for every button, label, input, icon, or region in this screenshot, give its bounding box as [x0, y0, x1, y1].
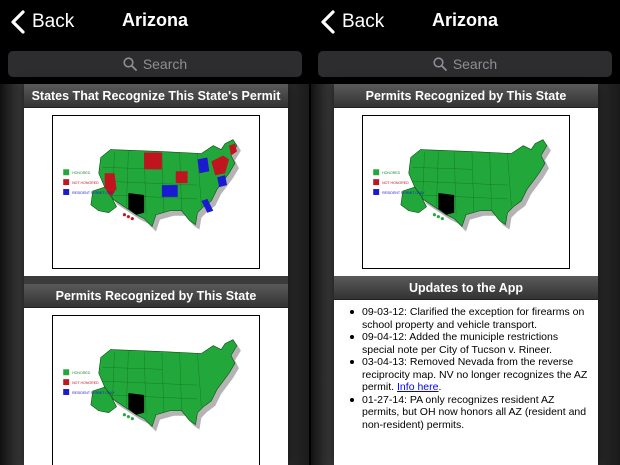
map-hawaii — [432, 213, 436, 217]
back-label: Back — [342, 11, 385, 32]
legend-label: RESIDENT PERMIT ONLY — [382, 191, 425, 195]
content-panel: States That Recognize This State's Permi… — [24, 84, 288, 465]
map-hawaii — [122, 213, 126, 217]
update-item: 01-27-14: PA only recognizes resident AZ… — [348, 394, 588, 432]
map-not-honored — [175, 171, 188, 184]
search-bar: Search — [0, 44, 310, 84]
screen-divider — [309, 0, 311, 465]
search-input[interactable]: Search — [8, 51, 302, 77]
split-screenshot: Back Arizona Search States That Recogniz… — [0, 0, 620, 465]
magnifier-icon — [433, 57, 447, 71]
legend-label: RESIDENT PERMIT ONLY — [72, 391, 115, 395]
back-button[interactable]: Back — [8, 8, 74, 36]
update-text: 01-27-14: PA only recognizes resident AZ… — [362, 393, 587, 431]
nav-bar: Back Arizona — [310, 0, 620, 44]
map-recognize-az: HONORED NOT HONORED RESIDENT PERMIT ONLY — [52, 115, 260, 269]
section-header-updates: Updates to the App — [334, 276, 598, 300]
search-placeholder: Search — [452, 56, 498, 72]
us-map-honored: HONORED NOT HONORED RESIDENT PERMIT ONLY — [373, 139, 551, 232]
legend-label: NOT HONORED — [382, 181, 409, 185]
update-item: 09-03-12: Clarified the exception for fi… — [348, 306, 588, 331]
search-bar: Search — [310, 44, 620, 84]
legend-label: HONORED — [72, 371, 91, 375]
section-gap — [24, 276, 288, 284]
magnifier-icon — [123, 57, 137, 71]
update-item: 09-04-12: Added the municiple restrictio… — [348, 331, 588, 356]
nav-bar: Back Arizona — [0, 0, 310, 44]
legend-label: HONORED — [72, 171, 91, 175]
left-screen: Back Arizona Search States That Recogniz… — [0, 0, 310, 465]
back-label: Back — [32, 11, 75, 32]
map-hawaii — [122, 413, 126, 417]
map-hawaii — [126, 415, 130, 419]
update-text: 09-04-12: Added the municiple restrictio… — [362, 331, 559, 356]
map-resident-only — [197, 157, 210, 174]
map-permits-recognized: HONORED NOT HONORED RESIDENT PERMIT ONLY — [52, 315, 260, 465]
back-button[interactable]: Back — [318, 8, 384, 36]
map-not-honored — [144, 152, 162, 170]
content-panel: Permits Recognized by This State HONORED… — [334, 84, 598, 465]
legend-label: NOT HONORED — [72, 181, 99, 185]
us-map-honored: HONORED NOT HONORED RESIDENT PERMIT ONLY — [63, 339, 241, 432]
search-input[interactable]: Search — [318, 51, 612, 77]
info-here-link[interactable]: Info here — [397, 381, 438, 393]
chevron-left-icon — [11, 10, 25, 34]
legend-label: HONORED — [382, 171, 401, 175]
legend-swatch — [373, 179, 380, 186]
map-permits-recognized: HONORED NOT HONORED RESIDENT PERMIT ONLY — [362, 115, 570, 269]
legend-swatch — [373, 189, 380, 195]
legend-label: RESIDENT PERMIT ONLY — [72, 191, 115, 195]
updates-list: 09-03-12: Clarified the exception for fi… — [348, 306, 588, 431]
update-text-end: . — [438, 381, 442, 393]
legend-label: NOT HONORED — [72, 381, 99, 385]
legend-swatch — [63, 389, 70, 395]
legend-swatch — [63, 169, 70, 176]
section-header-recognize: States That Recognize This State's Permi… — [24, 84, 288, 108]
updates-list-container: 09-03-12: Clarified the exception for fi… — [334, 300, 598, 431]
map-hawaii — [436, 215, 440, 219]
map-hawaii — [440, 217, 444, 221]
map-resident-only — [161, 185, 178, 197]
update-text: 03-04-13: Removed Nevada from the revers… — [362, 356, 588, 393]
us-map-reverse: HONORED NOT HONORED RESIDENT PERMIT ONLY — [63, 139, 241, 232]
map-hawaii — [126, 215, 130, 219]
legend-swatch — [63, 189, 70, 195]
map-hawaii — [130, 417, 134, 421]
legend-swatch — [63, 369, 70, 376]
chevron-left-icon — [321, 10, 335, 34]
update-item: 03-04-13: Removed Nevada from the revers… — [348, 356, 588, 394]
right-screen: Back Arizona Search Permits Recognized b… — [310, 0, 620, 465]
map-hawaii — [130, 217, 134, 221]
legend-swatch — [373, 169, 380, 176]
legend-swatch — [63, 179, 70, 186]
section-header-permits: Permits Recognized by This State — [24, 284, 288, 308]
search-placeholder: Search — [142, 56, 188, 72]
update-text: 09-03-12: Clarified the exception for fi… — [362, 306, 585, 331]
legend-swatch — [63, 379, 70, 386]
section-header-permits: Permits Recognized by This State — [334, 84, 598, 108]
